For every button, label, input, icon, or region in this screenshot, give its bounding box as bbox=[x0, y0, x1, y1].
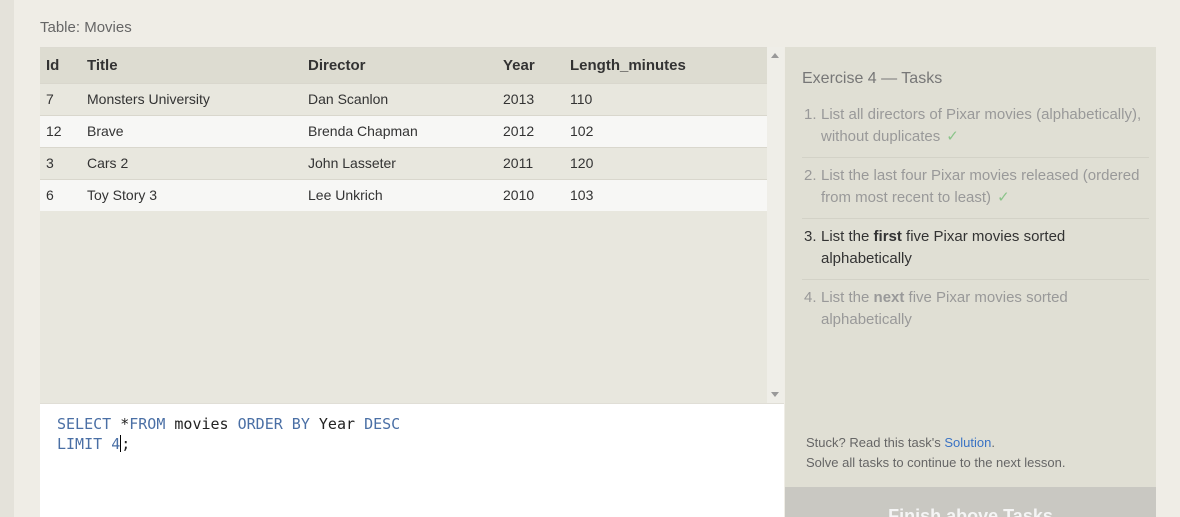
stuck-line: Stuck? Read this task's Solution. bbox=[806, 433, 1065, 453]
column-header-length: Length_minutes bbox=[564, 48, 767, 83]
stuck-suffix: . bbox=[991, 435, 995, 450]
task-text: List all directors of Pixar movies (alph… bbox=[821, 106, 1142, 145]
task-text-pre: List the bbox=[821, 228, 874, 245]
sql-editor[interactable]: SELECT *FROM movies ORDER BY Year DESC L… bbox=[40, 403, 784, 517]
tasks-panel: Exercise 4 — Tasks 1. List all directors … bbox=[785, 47, 1156, 517]
keyword-from: FROM bbox=[129, 415, 166, 433]
cell-title: Cars 2 bbox=[81, 146, 302, 179]
cell-year: 2011 bbox=[497, 146, 564, 179]
task-number: 1. bbox=[804, 106, 817, 123]
cell-year: 2010 bbox=[497, 178, 564, 211]
table-name: movies bbox=[174, 415, 229, 433]
cell-year: 2013 bbox=[497, 82, 564, 115]
cell-id: 7 bbox=[40, 82, 81, 115]
stuck-prefix: Stuck? Read this task's bbox=[806, 435, 945, 450]
keyword-select: SELECT bbox=[57, 415, 112, 433]
task-text-emphasis: first bbox=[873, 228, 902, 245]
task-item-1: 1. List all directors of Pixar movies (al… bbox=[802, 104, 1149, 158]
table-row: 7 Monsters University Dan Scanlon 2013 1… bbox=[40, 82, 767, 115]
help-text: Stuck? Read this task's Solution. Solve … bbox=[806, 433, 1065, 473]
table-header-row: Id Title Director Year Length_minutes bbox=[40, 48, 767, 83]
semicolon: ; bbox=[121, 435, 131, 453]
task-item-2: 2. List the last four Pixar movies releas… bbox=[802, 165, 1149, 219]
column-header-id: Id bbox=[40, 48, 81, 83]
task-list: 1. List all directors of Pixar movies (al… bbox=[802, 104, 1149, 347]
tasks-title: Exercise 4 — Tasks bbox=[802, 70, 943, 87]
results-table-container: Id Title Director Year Length_minutes 7 … bbox=[40, 47, 768, 403]
column-header-director: Director bbox=[302, 48, 497, 83]
asterisk: * bbox=[120, 415, 130, 433]
cell-year: 2012 bbox=[497, 114, 564, 147]
cell-title: Toy Story 3 bbox=[81, 178, 302, 211]
scroll-up-arrow-icon[interactable] bbox=[771, 53, 779, 58]
keyword-order-by: ORDER BY bbox=[237, 415, 310, 433]
task-text: List the last four Pixar movies released… bbox=[821, 167, 1140, 206]
results-scrollbar[interactable] bbox=[767, 47, 784, 403]
limit-value: 4 bbox=[111, 435, 121, 453]
task-number: 2. bbox=[804, 167, 817, 184]
cell-length: 120 bbox=[564, 146, 767, 179]
task-number: 3. bbox=[804, 228, 817, 245]
column-header-title: Title bbox=[81, 48, 302, 83]
task-text-pre: List the bbox=[821, 289, 874, 306]
cell-title: Brave bbox=[81, 114, 302, 147]
order-column: Year bbox=[318, 415, 356, 433]
task-item-4: 4. List the next five Pixar movies sorted… bbox=[802, 287, 1149, 340]
results-table: Id Title Director Year Length_minutes 7 … bbox=[40, 48, 767, 211]
table-row: 3 Cars 2 John Lasseter 2011 120 bbox=[40, 146, 767, 179]
editor-line-1: SELECT *FROM movies ORDER BY Year DESC bbox=[57, 414, 767, 434]
check-icon: ✓ bbox=[946, 128, 959, 145]
solve-all-note: Solve all tasks to continue to the next … bbox=[806, 455, 1066, 470]
cell-director: John Lasseter bbox=[302, 146, 497, 179]
cell-director: Lee Unkrich bbox=[302, 178, 497, 211]
left-margin bbox=[0, 0, 14, 517]
cell-title: Monsters University bbox=[81, 82, 302, 115]
editor-line-2: LIMIT 4; bbox=[57, 434, 767, 454]
cell-director: Brenda Chapman bbox=[302, 114, 497, 147]
cell-length: 110 bbox=[564, 82, 767, 115]
task-item-3: 3. List the first five Pixar movies sorte… bbox=[802, 226, 1149, 280]
finish-tasks-button[interactable]: Finish above Tasks bbox=[785, 487, 1156, 517]
table-label: Table: Movies bbox=[40, 19, 132, 36]
cell-id: 6 bbox=[40, 178, 81, 211]
check-icon: ✓ bbox=[997, 189, 1010, 206]
task-number: 4. bbox=[804, 289, 817, 306]
cell-length: 103 bbox=[564, 178, 767, 211]
table-row: 6 Toy Story 3 Lee Unkrich 2010 103 bbox=[40, 178, 767, 211]
keyword-limit: LIMIT bbox=[57, 435, 103, 453]
cell-id: 3 bbox=[40, 146, 81, 179]
table-row: 12 Brave Brenda Chapman 2012 102 bbox=[40, 114, 767, 147]
cell-length: 102 bbox=[564, 114, 767, 147]
solution-link[interactable]: Solution bbox=[944, 435, 991, 450]
task-text-emphasis: next bbox=[873, 289, 905, 306]
keyword-desc: DESC bbox=[364, 415, 401, 433]
column-header-year: Year bbox=[497, 48, 564, 83]
cell-director: Dan Scanlon bbox=[302, 82, 497, 115]
scroll-down-arrow-icon[interactable] bbox=[771, 392, 779, 397]
cell-id: 12 bbox=[40, 114, 81, 147]
